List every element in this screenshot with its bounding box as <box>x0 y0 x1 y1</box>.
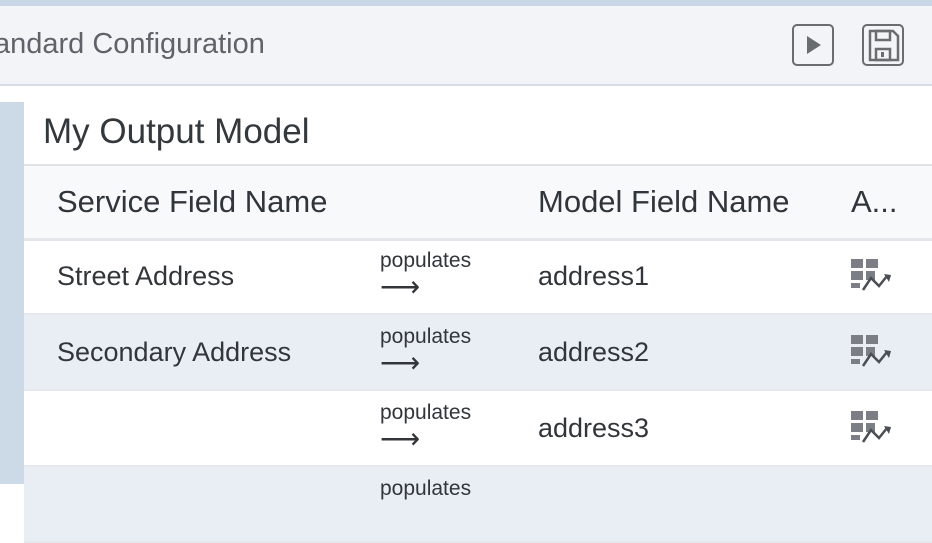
page-title: andard Configuration <box>0 28 265 60</box>
column-header-model-field[interactable]: Model Field Name <box>538 184 790 220</box>
panel-title: My Output Model <box>43 112 310 151</box>
table-row[interactable]: Secondary Address populates ⟶ address2 <box>24 315 932 391</box>
service-field-cell: Street Address <box>57 261 235 291</box>
left-side-strip <box>0 102 24 484</box>
model-field-cell: address2 <box>538 337 650 367</box>
play-icon <box>807 36 821 54</box>
table-header: Service Field Name Model Field Name A... <box>24 164 932 241</box>
populates-label: populates <box>380 249 472 272</box>
column-header-actions[interactable]: A... <box>851 184 898 220</box>
model-field-cell: address3 <box>538 413 650 443</box>
mapping-icon[interactable] <box>851 259 893 300</box>
right-arrow-icon: ⟶ <box>380 423 421 454</box>
table-row[interactable]: populates ⟶ address3 <box>24 391 932 467</box>
model-field-cell: address1 <box>538 261 650 291</box>
service-field-cell: Secondary Address <box>57 337 292 367</box>
right-arrow-icon: ⟶ <box>380 347 421 378</box>
table-row[interactable]: Street Address populates ⟶ address1 <box>24 239 932 315</box>
run-button[interactable] <box>792 24 834 66</box>
populates-label: populates <box>380 325 472 348</box>
output-model-panel: My Output Model Service Field Name Model… <box>24 86 932 543</box>
populates-label: populates <box>380 477 472 500</box>
right-arrow-icon: ⟶ <box>380 271 421 302</box>
mapping-icon[interactable] <box>851 335 893 376</box>
populates-label: populates <box>380 401 472 424</box>
page-header: andard Configuration <box>0 6 932 86</box>
mapping-icon[interactable] <box>851 411 893 452</box>
save-button[interactable] <box>862 24 904 66</box>
column-header-service-field[interactable]: Service Field Name <box>57 184 327 220</box>
save-icon <box>868 29 900 62</box>
table-row[interactable]: populates <box>24 467 932 543</box>
